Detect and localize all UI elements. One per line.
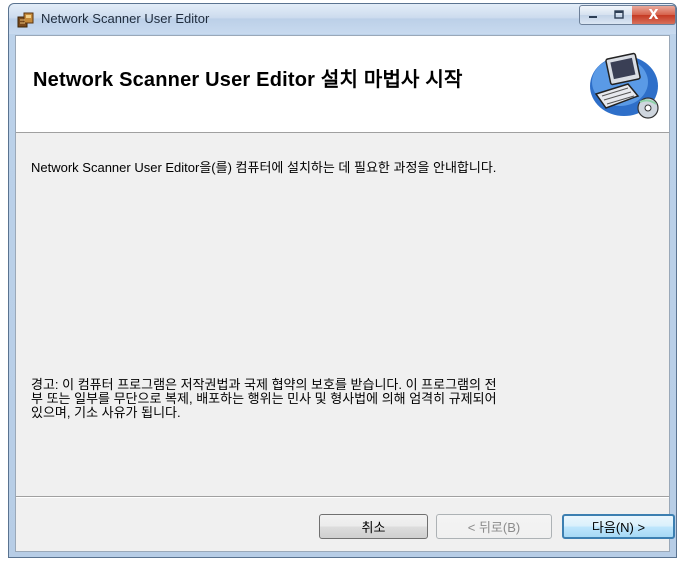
next-button[interactable]: 다음(N) > — [562, 514, 675, 539]
maximize-button[interactable] — [606, 5, 633, 25]
wizard-banner: Network Scanner User Editor 설치 마법사 시작 — [16, 36, 669, 133]
button-area-divider — [16, 496, 669, 498]
copyright-warning: 경고: 이 컴퓨터 프로그램은 저작권법과 국제 협약의 보호를 받습니다. 이… — [31, 377, 497, 420]
maximize-icon — [614, 9, 624, 22]
window-title: Network Scanner User Editor — [41, 11, 210, 26]
minimize-button[interactable] — [579, 5, 607, 25]
computer-install-icon — [586, 46, 662, 122]
close-icon: X — [648, 7, 659, 23]
minimize-icon — [588, 9, 598, 22]
installer-app-icon — [17, 11, 35, 29]
wizard-description: Network Scanner User Editor을(를) 컴퓨터에 설치하… — [31, 160, 497, 175]
wizard-title: Network Scanner User Editor 설치 마법사 시작 — [33, 69, 463, 91]
title-bar[interactable]: Network Scanner User Editor X — [9, 4, 676, 34]
wizard-client-area: Network Scanner User Editor 설치 마법사 시작 Ne… — [15, 35, 675, 552]
cancel-button[interactable]: 취소 — [319, 514, 428, 539]
back-button[interactable]: < 뒤로(B) — [436, 514, 552, 539]
installer-window: Network Scanner User Editor X Network Sc… — [8, 3, 677, 558]
close-button[interactable]: X — [632, 5, 676, 25]
